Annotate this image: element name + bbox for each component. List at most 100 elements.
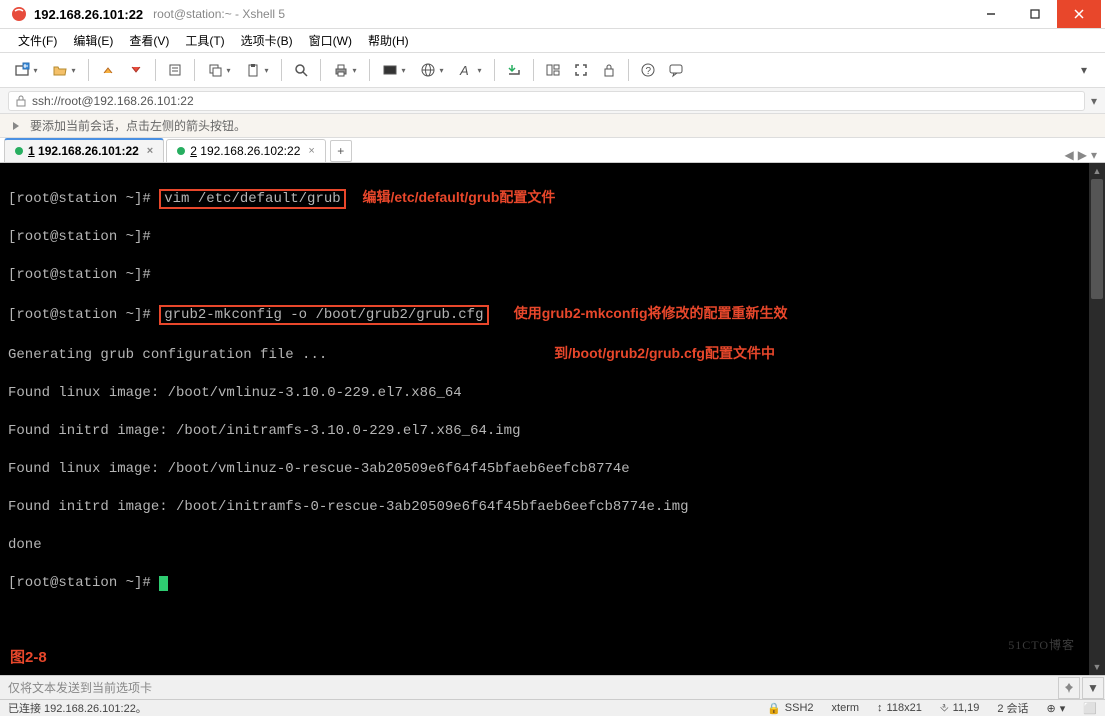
tab-close-button[interactable]: × bbox=[308, 145, 314, 157]
address-overflow-button[interactable]: ▾ bbox=[1091, 94, 1097, 108]
terminal-output: done bbox=[8, 536, 1081, 555]
menu-tools[interactable]: 工具(T) bbox=[177, 30, 232, 51]
status-sessions: 2 会话 bbox=[997, 700, 1028, 716]
minimize-button[interactable] bbox=[969, 0, 1013, 28]
open-button[interactable] bbox=[46, 57, 82, 83]
tab-list-button[interactable]: ▾ bbox=[1091, 148, 1097, 162]
tab-2[interactable]: 2 192.168.26.102:22 × bbox=[166, 139, 326, 162]
copy-button[interactable] bbox=[201, 57, 237, 83]
pin-button[interactable] bbox=[1058, 677, 1080, 699]
annotation-2a: 使用grub2-mkconfig将修改的配置重新生效 bbox=[514, 305, 788, 321]
lock-icon bbox=[15, 95, 27, 107]
fullscreen-button[interactable] bbox=[568, 57, 594, 83]
transfer-button[interactable] bbox=[501, 57, 527, 83]
separator bbox=[320, 59, 321, 81]
toolbar-overflow-button[interactable]: ▾ bbox=[1071, 57, 1097, 83]
reconnect-button[interactable] bbox=[95, 57, 121, 83]
window-title-rest: root@station:~ - Xshell 5 bbox=[153, 7, 285, 21]
separator bbox=[533, 59, 534, 81]
shell-prompt: [root@station ~]# bbox=[8, 575, 151, 591]
encoding-button[interactable] bbox=[414, 57, 450, 83]
terminal-output: Generating grub configuration file ... bbox=[8, 347, 327, 363]
terminal-scrollbar[interactable]: ▲ ▼ bbox=[1089, 163, 1105, 675]
tab-label: 192.168.26.102:22 bbox=[200, 144, 300, 158]
tab-prev-button[interactable]: ◀ bbox=[1065, 148, 1074, 162]
close-button[interactable] bbox=[1057, 0, 1101, 28]
status-bar: 已连接 192.168.26.101:22。 🔒SSH2 xterm ↕ 118… bbox=[0, 699, 1105, 716]
tab-next-button[interactable]: ▶ bbox=[1078, 148, 1087, 162]
status-more[interactable]: ⊕ ▾ bbox=[1047, 702, 1066, 715]
terminal[interactable]: [root@station ~]# vim /etc/default/grub … bbox=[0, 163, 1089, 675]
add-tab-button[interactable]: + bbox=[330, 140, 352, 162]
shell-prompt: [root@station ~]# bbox=[8, 307, 151, 323]
color-scheme-button[interactable] bbox=[376, 57, 412, 83]
size-icon: ↕ bbox=[877, 702, 883, 714]
tab-close-button[interactable]: × bbox=[147, 145, 153, 157]
scroll-track[interactable] bbox=[1089, 179, 1105, 659]
find-button[interactable] bbox=[288, 57, 314, 83]
caret-icon: ⎀ bbox=[940, 702, 949, 715]
status-protocol: 🔒SSH2 bbox=[767, 702, 813, 715]
separator bbox=[494, 59, 495, 81]
app-icon bbox=[10, 5, 28, 23]
menubar: 文件(F) 编辑(E) 查看(V) 工具(T) 选项卡(B) 窗口(W) 帮助(… bbox=[0, 29, 1105, 53]
svg-text:A: A bbox=[459, 63, 469, 78]
send-dropdown-button[interactable]: ▼ bbox=[1082, 677, 1104, 699]
print-button[interactable] bbox=[327, 57, 363, 83]
maximize-button[interactable] bbox=[1013, 0, 1057, 28]
terminal-output: Found initrd image: /boot/initramfs-3.10… bbox=[8, 422, 1081, 441]
status-cap: ⬜ bbox=[1083, 702, 1097, 715]
tab-1[interactable]: 1 192.168.26.101:22 × bbox=[4, 138, 164, 162]
font-button[interactable]: A bbox=[452, 57, 488, 83]
shell-prompt: [root@station ~]# bbox=[8, 229, 151, 245]
window-title-host: 192.168.26.101:22 bbox=[34, 7, 143, 22]
command-1: vim /etc/default/grub bbox=[159, 189, 345, 209]
status-connection: 已连接 192.168.26.101:22。 bbox=[8, 700, 749, 716]
terminal-output: Found initrd image: /boot/initramfs-0-re… bbox=[8, 498, 1081, 517]
tab-bar: 1 192.168.26.101:22 × 2 192.168.26.102:2… bbox=[0, 138, 1105, 163]
plus-icon: ⊕ bbox=[1047, 702, 1056, 715]
shell-prompt: [root@station ~]# bbox=[8, 191, 151, 207]
menu-view[interactable]: 查看(V) bbox=[121, 30, 177, 51]
toolbar: A ? ▾ bbox=[0, 53, 1105, 88]
tab-index: 1 bbox=[28, 144, 35, 158]
menu-edit[interactable]: 编辑(E) bbox=[65, 30, 121, 51]
tab-label: 192.168.26.101:22 bbox=[38, 144, 139, 158]
lock-button[interactable] bbox=[596, 57, 622, 83]
menu-help[interactable]: 帮助(H) bbox=[360, 30, 417, 51]
layout-button[interactable] bbox=[540, 57, 566, 83]
address-bar: ssh://root@192.168.26.101:22 ▾ bbox=[0, 88, 1105, 114]
status-dot-icon bbox=[15, 147, 23, 155]
separator bbox=[88, 59, 89, 81]
chat-button[interactable] bbox=[663, 57, 689, 83]
separator bbox=[628, 59, 629, 81]
terminal-output: Found linux image: /boot/vmlinuz-0-rescu… bbox=[8, 460, 1081, 479]
scroll-down-button[interactable]: ▼ bbox=[1089, 659, 1105, 675]
annotation-1: 编辑/etc/default/grub配置文件 bbox=[362, 189, 555, 205]
menu-window[interactable]: 窗口(W) bbox=[301, 30, 360, 51]
paste-button[interactable] bbox=[239, 57, 275, 83]
figure-label: 图2-8 bbox=[10, 648, 47, 667]
shell-prompt: [root@station ~]# bbox=[8, 267, 151, 283]
status-size: ↕ 118x21 bbox=[877, 702, 922, 714]
annotation-2b: 到/boot/grub2/grub.cfg配置文件中 bbox=[554, 345, 775, 361]
properties-button[interactable] bbox=[162, 57, 188, 83]
scroll-up-button[interactable]: ▲ bbox=[1089, 163, 1105, 179]
menu-tabs[interactable]: 选项卡(B) bbox=[233, 30, 301, 51]
lock-icon: 🔒 bbox=[767, 702, 781, 715]
scroll-thumb[interactable] bbox=[1091, 179, 1103, 299]
disconnect-button[interactable] bbox=[123, 57, 149, 83]
status-position: ⎀ 11,19 bbox=[940, 702, 980, 715]
help-button[interactable]: ? bbox=[635, 57, 661, 83]
terminal-output: Found linux image: /boot/vmlinuz-3.10.0-… bbox=[8, 384, 1081, 403]
separator bbox=[194, 59, 195, 81]
status-term: xterm bbox=[832, 702, 860, 714]
hint-arrow-icon[interactable] bbox=[10, 119, 24, 133]
cursor bbox=[159, 576, 168, 591]
send-input[interactable]: 仅将文本发送到当前选项卡 bbox=[0, 676, 1057, 699]
window-titlebar: 192.168.26.101:22 root@station:~ - Xshel… bbox=[0, 0, 1105, 29]
menu-file[interactable]: 文件(F) bbox=[10, 30, 65, 51]
new-session-button[interactable] bbox=[8, 57, 44, 83]
svg-text:?: ? bbox=[646, 66, 652, 77]
address-input[interactable]: ssh://root@192.168.26.101:22 bbox=[8, 91, 1085, 111]
